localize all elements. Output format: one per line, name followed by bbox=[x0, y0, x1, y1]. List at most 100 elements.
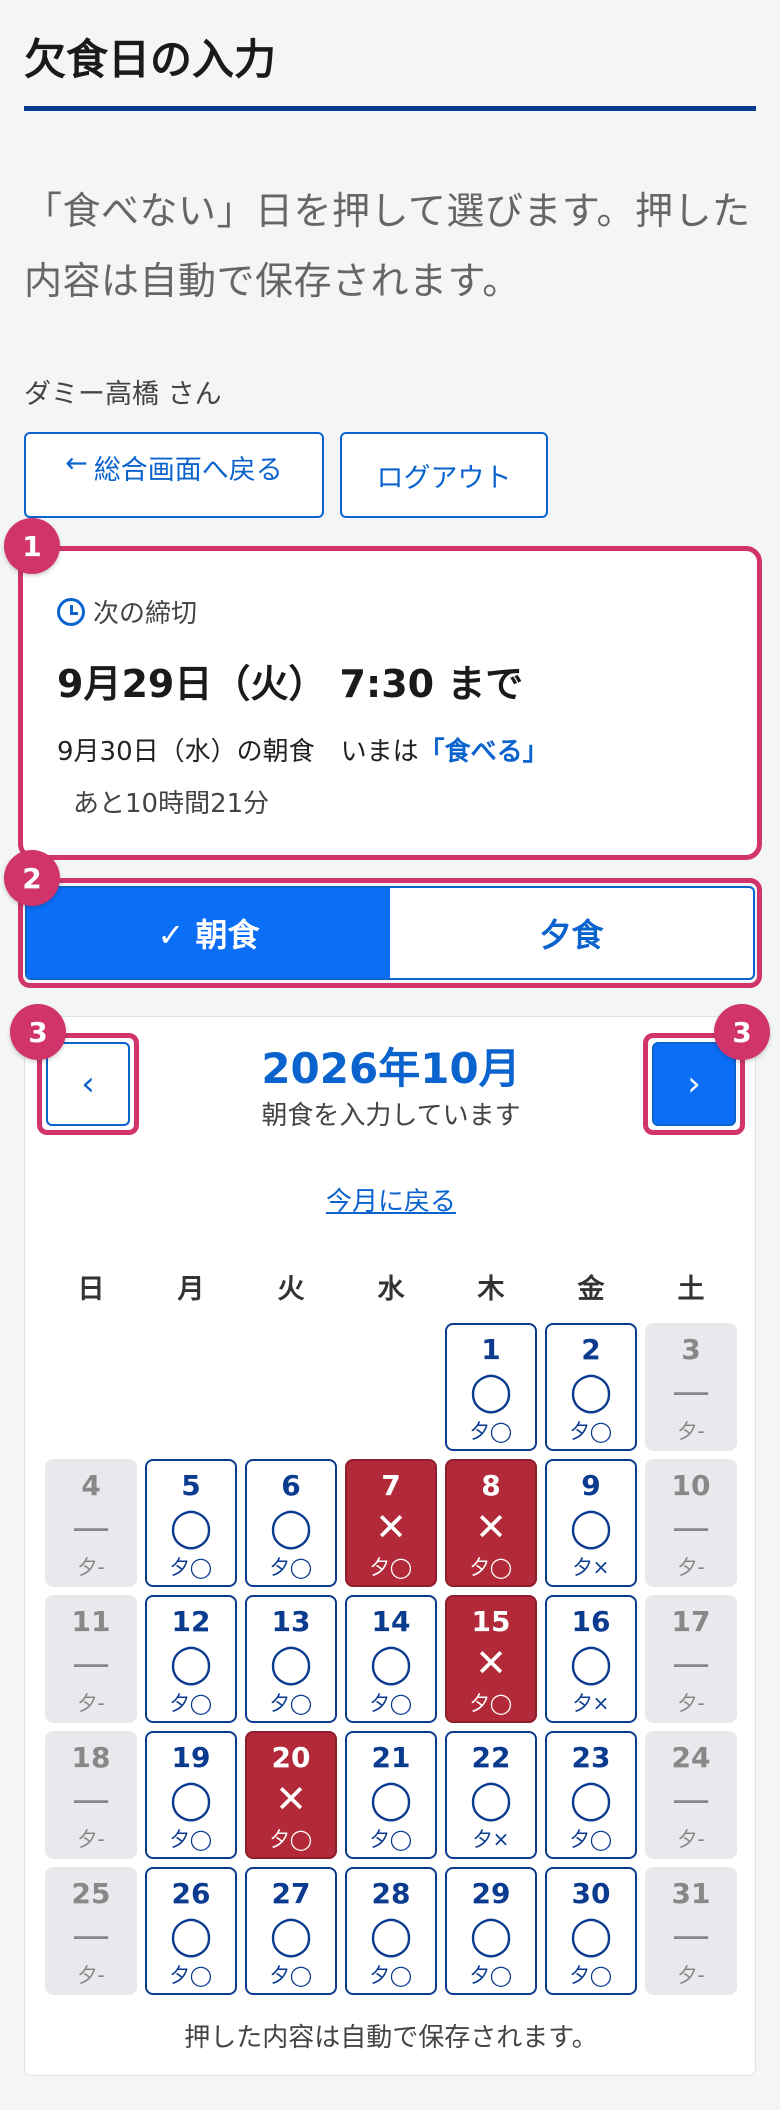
meal-mark: ◯ bbox=[169, 1641, 213, 1685]
meal-mark: ◯ bbox=[569, 1913, 613, 1957]
dinner-status: 夕◯ bbox=[169, 1691, 213, 1715]
dinner-status: 夕- bbox=[677, 1419, 705, 1443]
autosave-note: 押した内容は自動で保存されます。 bbox=[184, 2023, 598, 2053]
meal-mark: — bbox=[672, 1777, 710, 1821]
meal-mark: ✕ bbox=[375, 1505, 407, 1549]
day-number: 18 bbox=[71, 1741, 111, 1774]
meal-mark: ◯ bbox=[269, 1913, 313, 1957]
back-to-current-month-link[interactable]: 今月に戻る bbox=[25, 1181, 757, 1218]
calendar-day-cell[interactable]: 12 ◯ 夕◯ bbox=[145, 1595, 237, 1723]
meal-mark: — bbox=[672, 1505, 710, 1549]
day-number: 9 bbox=[581, 1469, 601, 1502]
meal-mark: ◯ bbox=[269, 1641, 313, 1685]
calendar-day-cell[interactable]: 1 ◯ 夕◯ bbox=[445, 1323, 537, 1451]
tab-breakfast[interactable]: ✓ 朝食 bbox=[27, 888, 390, 978]
calendar-day-cell[interactable]: 28 ◯ 夕◯ bbox=[345, 1867, 437, 1995]
day-number: 4 bbox=[81, 1469, 101, 1502]
title-rule bbox=[24, 106, 756, 111]
calendar-day-cell[interactable]: 2 ◯ 夕◯ bbox=[545, 1323, 637, 1451]
page: 欠食日の入力 「食べない」日を押して選びます。押した内容は自動で保存されます。 … bbox=[4, 0, 770, 2110]
deadline-remaining: あと10時間21分 bbox=[73, 789, 270, 819]
dinner-status: 夕◯ bbox=[169, 1827, 213, 1851]
calendar-day-cell[interactable]: 7 ✕ 夕◯ bbox=[345, 1459, 437, 1587]
calendar-day-cell: 24— 夕- bbox=[645, 1731, 737, 1859]
deadline-label: 次の締切 bbox=[57, 593, 197, 630]
calendar-day-cell[interactable]: 19 ◯ 夕◯ bbox=[145, 1731, 237, 1859]
day-number: 19 bbox=[171, 1741, 211, 1774]
meal-mark: ✕ bbox=[475, 1641, 507, 1685]
day-number: 15 bbox=[471, 1605, 511, 1638]
intro-text: 「食べない」日を押して選びます。押した内容は自動で保存されます。 bbox=[24, 189, 751, 303]
dinner-status: 夕- bbox=[677, 1555, 705, 1579]
calendar-day-cell[interactable]: 26 ◯ 夕◯ bbox=[145, 1867, 237, 1995]
day-number: 17 bbox=[671, 1605, 711, 1638]
day-number: 5 bbox=[181, 1469, 201, 1502]
calendar-day-cell[interactable]: 14 ◯ 夕◯ bbox=[345, 1595, 437, 1723]
day-number: 24 bbox=[671, 1741, 711, 1774]
dinner-status: 夕◯ bbox=[569, 1963, 613, 1987]
meal-mark: ✕ bbox=[275, 1777, 307, 1821]
calendar-day-cell[interactable]: 13 ◯ 夕◯ bbox=[245, 1595, 337, 1723]
calendar-day-cell[interactable]: 21 ◯ 夕◯ bbox=[345, 1731, 437, 1859]
meal-mark: ◯ bbox=[369, 1777, 413, 1821]
weekday-wed: 水 bbox=[377, 1274, 405, 1305]
calendar-day-cell[interactable]: 15 ✕ 夕◯ bbox=[445, 1595, 537, 1723]
back-to-dashboard-button[interactable]: ← 総合画面へ戻る bbox=[24, 432, 324, 518]
weekday-tue: 火 bbox=[277, 1274, 305, 1305]
meal-mark: — bbox=[72, 1777, 110, 1821]
day-number: 22 bbox=[471, 1741, 511, 1774]
calendar-day-cell[interactable]: 9 ◯ 夕× bbox=[545, 1459, 637, 1587]
weekday-sat: 土 bbox=[677, 1274, 705, 1305]
user-name: ダミー高橋 さん bbox=[24, 379, 222, 410]
tab-dinner[interactable]: 夕食 bbox=[390, 888, 753, 978]
meal-mark: ◯ bbox=[169, 1913, 213, 1957]
deadline-card: 次の締切 9月29日（火） 7:30 まで 9月30日（水）の朝食 いまは「食べ… bbox=[18, 546, 762, 860]
arrow-left-icon: ← bbox=[65, 448, 88, 479]
logout-button[interactable]: ログアウト bbox=[340, 432, 548, 518]
calendar-day-cell[interactable]: 30 ◯ 夕◯ bbox=[545, 1867, 637, 1995]
calendar-day-cell[interactable]: 6 ◯ 夕◯ bbox=[245, 1459, 337, 1587]
calendar-day-cell[interactable]: 20 ✕ 夕◯ bbox=[245, 1731, 337, 1859]
calendar-day-cell: 31— 夕- bbox=[645, 1867, 737, 1995]
weekday-header: 日 月 火 水 木 金 土 bbox=[41, 1267, 741, 1307]
dinner-status: 夕◯ bbox=[369, 1827, 413, 1851]
calendar-day-cell[interactable]: 29 ◯ 夕◯ bbox=[445, 1867, 537, 1995]
weekday-mon: 月 bbox=[177, 1274, 205, 1305]
day-number: 28 bbox=[371, 1877, 411, 1910]
step-badge-1: 1 bbox=[4, 518, 60, 574]
day-number: 12 bbox=[171, 1605, 211, 1638]
calendar-day-cell[interactable]: 16 ◯ 夕× bbox=[545, 1595, 637, 1723]
calendar-day-cell[interactable]: 22 ◯ 夕× bbox=[445, 1731, 537, 1859]
day-number: 26 bbox=[171, 1877, 211, 1910]
calendar-day-cell: 25— 夕- bbox=[45, 1867, 137, 1995]
day-number: 11 bbox=[71, 1605, 111, 1638]
meal-mark: — bbox=[72, 1913, 110, 1957]
month-title: 2026年10月 bbox=[261, 1044, 521, 1093]
dinner-status: 夕◯ bbox=[469, 1963, 513, 1987]
calendar-day-cell[interactable]: 5 ◯ 夕◯ bbox=[145, 1459, 237, 1587]
meal-mark: — bbox=[672, 1641, 710, 1685]
meal-mark: ◯ bbox=[469, 1369, 513, 1413]
meal-mark: ◯ bbox=[569, 1505, 613, 1549]
dinner-status: 夕◯ bbox=[569, 1827, 613, 1851]
dinner-status: 夕◯ bbox=[269, 1827, 313, 1851]
dinner-status: 夕× bbox=[572, 1555, 610, 1579]
deadline-current-status: 「食べる」 bbox=[418, 737, 549, 767]
dinner-status: 夕◯ bbox=[369, 1555, 413, 1579]
day-number: 25 bbox=[71, 1877, 111, 1910]
meal-mark: — bbox=[72, 1505, 110, 1549]
day-number: 13 bbox=[271, 1605, 311, 1638]
calendar-day-cell[interactable]: 23 ◯ 夕◯ bbox=[545, 1731, 637, 1859]
meal-tabs-highlight: ✓ 朝食 夕食 bbox=[18, 878, 762, 988]
calendar-day-cell[interactable]: 27 ◯ 夕◯ bbox=[245, 1867, 337, 1995]
dinner-status: 夕◯ bbox=[169, 1555, 213, 1579]
meal-mark: ◯ bbox=[169, 1505, 213, 1549]
calendar-day-cell: 11— 夕- bbox=[45, 1595, 137, 1723]
day-number: 16 bbox=[571, 1605, 611, 1638]
calendar-day-cell[interactable]: 8 ✕ 夕◯ bbox=[445, 1459, 537, 1587]
day-number: 7 bbox=[381, 1469, 401, 1502]
dinner-status: 夕- bbox=[677, 1827, 705, 1851]
dinner-status: 夕◯ bbox=[269, 1691, 313, 1715]
dinner-status: 夕- bbox=[677, 1691, 705, 1715]
month-subtitle: 朝食を入力しています bbox=[261, 1101, 521, 1131]
